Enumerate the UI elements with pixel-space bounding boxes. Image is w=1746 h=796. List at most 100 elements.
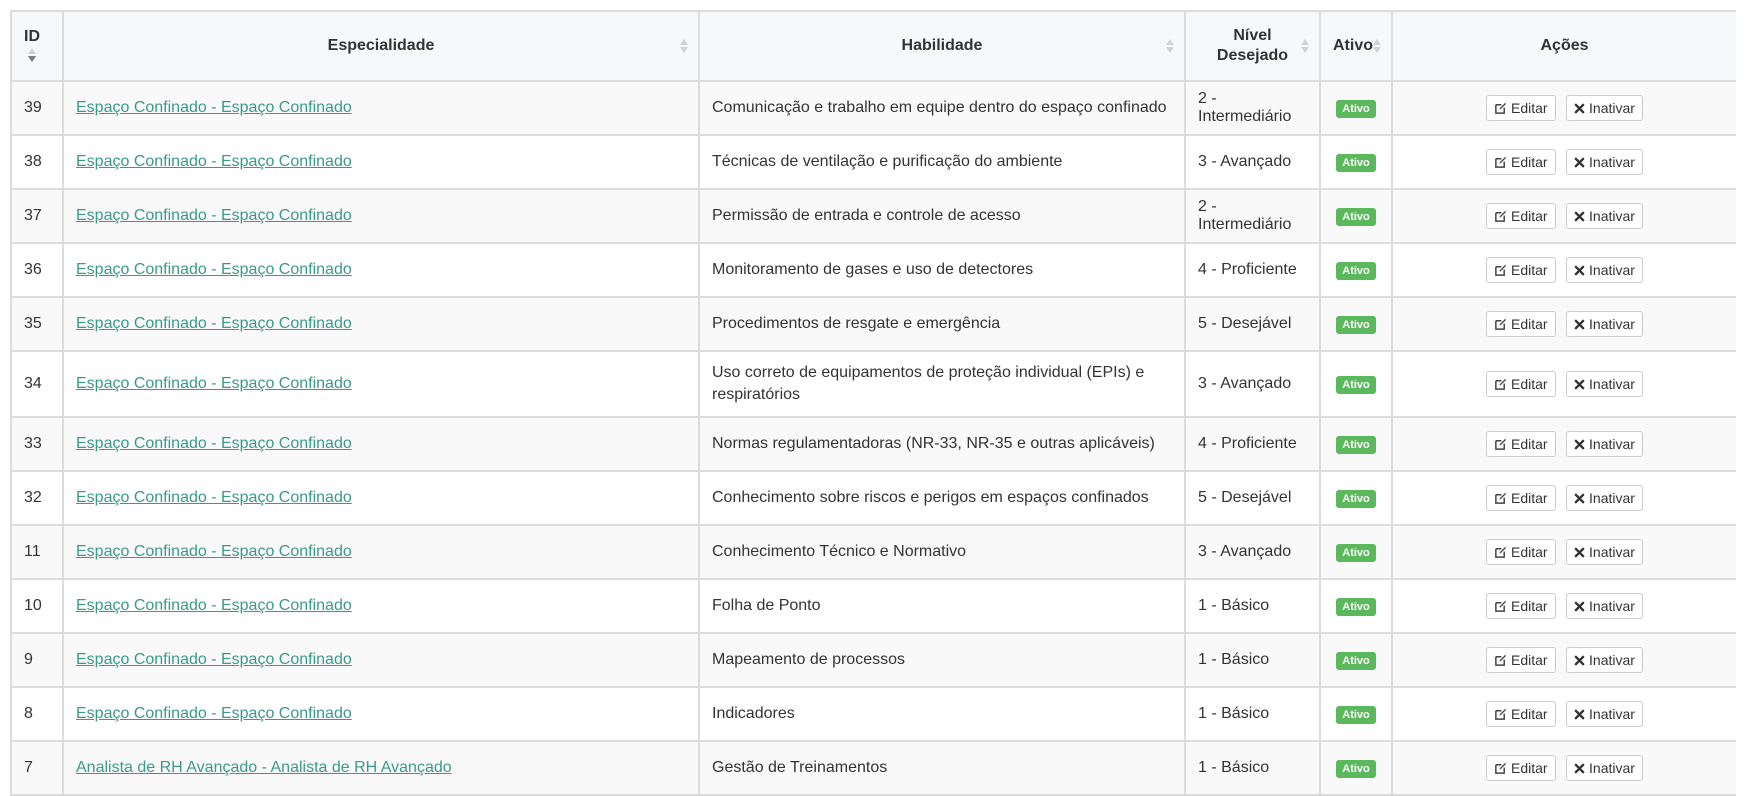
edit-button[interactable]: Editar	[1486, 149, 1556, 175]
especialidade-link[interactable]: Espaço Confinado - Espaço Confinado	[76, 261, 352, 278]
status-badge: Ativo	[1336, 315, 1376, 334]
close-icon	[1574, 655, 1585, 666]
especialidade-link[interactable]: Espaço Confinado - Espaço Confinado	[76, 153, 352, 170]
status-badge: Ativo	[1336, 651, 1376, 670]
habilidade-text: Normas regulamentadoras (NR-33, NR-35 e …	[712, 435, 1155, 452]
column-header-ativo[interactable]: Ativo	[1319, 10, 1393, 82]
inactivate-button[interactable]: Inativar	[1566, 95, 1643, 121]
habilidade-text: Gestão de Treinamentos	[712, 759, 888, 776]
nivel-text: 1 - Básico	[1198, 759, 1270, 776]
inactivate-button[interactable]: Inativar	[1566, 539, 1643, 565]
sort-icon[interactable]	[680, 39, 688, 53]
cell-id: 38	[10, 134, 64, 190]
edit-button[interactable]: Editar	[1486, 431, 1556, 457]
inactivate-button-label: Inativar	[1589, 760, 1635, 776]
edit-button[interactable]: Editar	[1486, 701, 1556, 727]
inactivate-button[interactable]: Inativar	[1566, 431, 1643, 457]
skills-table: ID Especialidade Habilidade Nível Deseja…	[10, 10, 1736, 796]
sort-icon[interactable]	[1373, 39, 1381, 53]
especialidade-link[interactable]: Espaço Confinado - Espaço Confinado	[76, 597, 352, 614]
column-header-habilidade-label: Habilidade	[901, 37, 983, 54]
inactivate-button-label: Inativar	[1589, 652, 1635, 668]
edit-button-label: Editar	[1511, 262, 1548, 278]
row-id: 10	[24, 597, 42, 614]
table-row: 39 Espaço Confinado - Espaço Confinado C…	[10, 80, 1736, 136]
edit-button[interactable]: Editar	[1486, 485, 1556, 511]
edit-icon	[1494, 210, 1507, 223]
close-icon	[1574, 379, 1585, 390]
especialidade-link[interactable]: Espaço Confinado - Espaço Confinado	[76, 315, 352, 332]
cell-nivel: 1 - Básico	[1184, 632, 1321, 688]
edit-icon	[1494, 654, 1507, 667]
especialidade-link[interactable]: Espaço Confinado - Espaço Confinado	[76, 489, 352, 506]
cell-habilidade: Normas regulamentadoras (NR-33, NR-35 e …	[698, 416, 1186, 472]
cell-habilidade: Folha de Ponto	[698, 578, 1186, 634]
nivel-text: 3 - Avançado	[1198, 375, 1292, 392]
cell-habilidade: Conhecimento sobre riscos e perigos em e…	[698, 470, 1186, 526]
inactivate-button[interactable]: Inativar	[1566, 701, 1643, 727]
cell-ativo: Ativo	[1319, 470, 1393, 526]
edit-button[interactable]: Editar	[1486, 257, 1556, 283]
edit-button-label: Editar	[1511, 208, 1548, 224]
edit-button[interactable]: Editar	[1486, 755, 1556, 781]
status-badge: Ativo	[1336, 207, 1376, 226]
close-icon	[1574, 763, 1585, 774]
inactivate-button[interactable]: Inativar	[1566, 593, 1643, 619]
edit-button-label: Editar	[1511, 544, 1548, 560]
cell-ativo: Ativo	[1319, 242, 1393, 298]
cell-nivel: 5 - Desejável	[1184, 296, 1321, 352]
edit-button[interactable]: Editar	[1486, 95, 1556, 121]
row-id: 11	[24, 543, 41, 560]
column-header-id[interactable]: ID	[10, 10, 64, 82]
especialidade-link[interactable]: Espaço Confinado - Espaço Confinado	[76, 99, 352, 116]
cell-especialidade: Espaço Confinado - Espaço Confinado	[62, 80, 700, 136]
cell-ativo: Ativo	[1319, 80, 1393, 136]
cell-ativo: Ativo	[1319, 188, 1393, 244]
inactivate-button[interactable]: Inativar	[1566, 149, 1643, 175]
sort-icon[interactable]	[1301, 39, 1309, 53]
sort-icon[interactable]	[28, 47, 36, 62]
inactivate-button-label: Inativar	[1589, 208, 1635, 224]
cell-id: 33	[10, 416, 64, 472]
cell-id: 8	[10, 686, 64, 742]
table-row: 37 Espaço Confinado - Espaço Confinado P…	[10, 188, 1736, 244]
edit-icon	[1494, 378, 1507, 391]
edit-button[interactable]: Editar	[1486, 647, 1556, 673]
especialidade-link[interactable]: Espaço Confinado - Espaço Confinado	[76, 435, 352, 452]
edit-button[interactable]: Editar	[1486, 593, 1556, 619]
sort-icon[interactable]	[1166, 39, 1174, 53]
inactivate-button[interactable]: Inativar	[1566, 311, 1643, 337]
especialidade-link[interactable]: Espaço Confinado - Espaço Confinado	[76, 543, 352, 560]
cell-ativo: Ativo	[1319, 524, 1393, 580]
close-icon	[1574, 493, 1585, 504]
habilidade-text: Permissão de entrada e controle de acess…	[712, 207, 1021, 224]
inactivate-button[interactable]: Inativar	[1566, 755, 1643, 781]
edit-icon	[1494, 708, 1507, 721]
edit-icon	[1494, 102, 1507, 115]
inactivate-button-label: Inativar	[1589, 100, 1635, 116]
row-id: 8	[24, 705, 33, 722]
edit-button[interactable]: Editar	[1486, 539, 1556, 565]
inactivate-button[interactable]: Inativar	[1566, 371, 1643, 397]
inactivate-button[interactable]: Inativar	[1566, 203, 1643, 229]
inactivate-button[interactable]: Inativar	[1566, 485, 1643, 511]
inactivate-button[interactable]: Inativar	[1566, 257, 1643, 283]
especialidade-link[interactable]: Analista de RH Avançado - Analista de RH…	[76, 759, 452, 776]
cell-nivel: 1 - Básico	[1184, 686, 1321, 742]
edit-button[interactable]: Editar	[1486, 371, 1556, 397]
edit-button[interactable]: Editar	[1486, 203, 1556, 229]
column-header-habilidade[interactable]: Habilidade	[698, 10, 1186, 82]
edit-button-label: Editar	[1511, 760, 1548, 776]
column-header-especialidade[interactable]: Especialidade	[62, 10, 700, 82]
cell-habilidade: Uso correto de equipamentos de proteção …	[698, 350, 1186, 418]
cell-habilidade: Procedimentos de resgate e emergência	[698, 296, 1186, 352]
especialidade-link[interactable]: Espaço Confinado - Espaço Confinado	[76, 705, 352, 722]
cell-habilidade: Indicadores	[698, 686, 1186, 742]
column-header-nivel[interactable]: Nível Desejado	[1184, 10, 1321, 82]
especialidade-link[interactable]: Espaço Confinado - Espaço Confinado	[76, 207, 352, 224]
inactivate-button[interactable]: Inativar	[1566, 647, 1643, 673]
especialidade-link[interactable]: Espaço Confinado - Espaço Confinado	[76, 375, 352, 392]
especialidade-link[interactable]: Espaço Confinado - Espaço Confinado	[76, 651, 352, 668]
cell-acoes: Editar Inativar	[1391, 686, 1736, 742]
edit-button[interactable]: Editar	[1486, 311, 1556, 337]
